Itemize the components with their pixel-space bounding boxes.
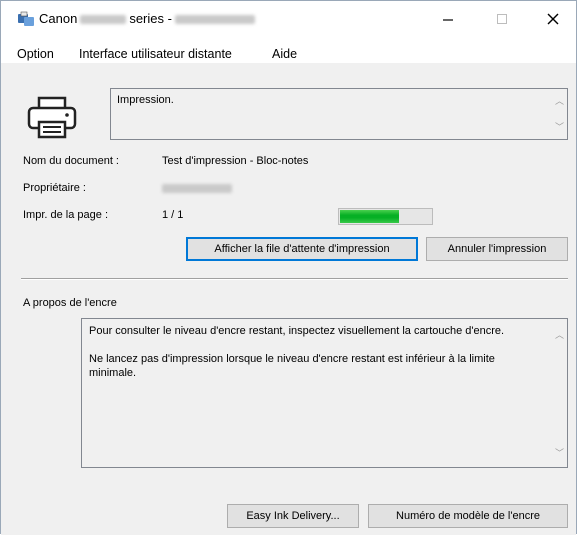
ink-info-text: Pour consulter le niveau d'encre restant… <box>89 324 537 394</box>
model-name-redacted <box>80 15 127 25</box>
ink-section-title: A propos de l'encre <box>23 297 117 309</box>
ink-model-number-button[interactable]: Numéro de modèle de l'encre <box>368 504 568 528</box>
page-label: Impr. de la page : <box>23 209 108 221</box>
maximize-button[interactable] <box>482 6 522 32</box>
document-name-label: Nom du document : <box>23 155 119 167</box>
owner-value-redacted <box>162 184 232 193</box>
progress-fill <box>340 210 399 223</box>
title-bar[interactable]: Canon series - <box>1 1 576 37</box>
scroll-up-icon[interactable]: ︿ <box>555 97 564 106</box>
owner-label: Propriétaire : <box>23 182 86 194</box>
ink-info-scrollbar[interactable]: ︿ ﹀ <box>551 319 567 467</box>
menu-remote-ui[interactable]: Interface utilisateur distante <box>79 47 232 61</box>
ink-info-box[interactable]: Pour consulter le niveau d'encre restant… <box>81 318 568 468</box>
ip-address-redacted <box>174 15 255 25</box>
scroll-up-icon[interactable]: ︿ <box>555 331 564 340</box>
scroll-down-icon[interactable]: ﹀ <box>555 449 564 458</box>
scroll-down-icon[interactable]: ﹀ <box>555 123 564 132</box>
menu-option[interactable]: Option <box>17 47 54 61</box>
document-name-value: Test d'impression - Bloc-notes <box>162 155 309 167</box>
status-message: Impression. <box>117 94 174 106</box>
page-value: 1 / 1 <box>162 209 184 221</box>
menu-bar: Option Interface utilisateur distante Ai… <box>1 37 576 63</box>
ink-info-paragraph-2: Ne lancez pas d'impression lorsque le ni… <box>89 353 495 379</box>
minimize-button[interactable] <box>428 6 468 32</box>
print-progress-bar <box>338 208 433 225</box>
easy-ink-delivery-button[interactable]: Easy Ink Delivery... <box>227 504 359 528</box>
title-brand: Canon <box>39 11 78 26</box>
minimize-icon <box>443 19 453 21</box>
printer-status-window: Canon series - Option Interface utilisate… <box>0 0 577 535</box>
status-message-box[interactable]: Impression. ︿ ﹀ <box>110 88 568 140</box>
maximize-icon <box>497 14 507 24</box>
cancel-print-button[interactable]: Annuler l'impression <box>426 237 568 261</box>
ink-info-paragraph-1: Pour consulter le niveau d'encre restant… <box>89 325 505 337</box>
status-scrollbar[interactable]: ︿ ﹀ <box>551 89 567 139</box>
section-divider <box>21 278 568 280</box>
printer-icon <box>27 96 77 139</box>
window-title: Canon series - <box>39 11 258 26</box>
show-print-queue-button[interactable]: Afficher la file d'attente d'impression <box>186 237 418 261</box>
menu-help[interactable]: Aide <box>272 47 297 61</box>
close-icon <box>547 13 559 25</box>
canon-app-icon <box>18 11 34 26</box>
close-button[interactable] <box>533 6 573 32</box>
title-series: series - <box>129 11 172 26</box>
